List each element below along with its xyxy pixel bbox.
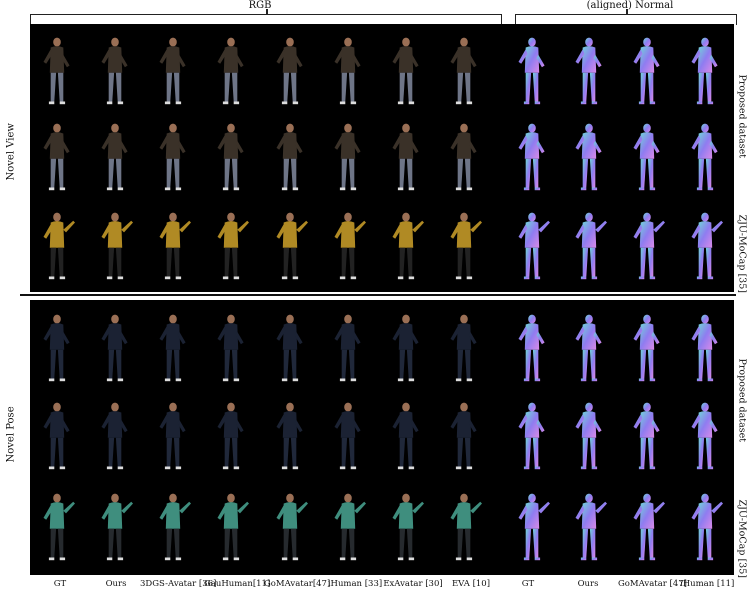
- rgb-render-s1-r1-c6: [379, 392, 433, 478]
- rgb-render-s1-r2-c2: [146, 480, 200, 572]
- normal-header: (aligned) Normal: [586, 0, 674, 11]
- rgb-render-s0-r1-c3: [204, 114, 258, 198]
- rgb-render-s1-r0-c2: [146, 304, 200, 390]
- rgb-render-s0-r2-c0: [30, 200, 84, 290]
- rgb-render-s0-r2-c4: [263, 200, 317, 290]
- rgb-render-s1-r0-c6: [379, 304, 433, 390]
- rgb-render-s0-r1-c4: [263, 114, 317, 198]
- rgb-render-s0-r2-c1: [88, 200, 142, 290]
- col-label-ihuman: iHuman [33]: [327, 579, 383, 589]
- col-label-ours: Ours: [105, 579, 127, 589]
- col-label-normal-gt: GT: [521, 579, 535, 589]
- rgb-render-s1-r2-c4: [263, 480, 317, 572]
- normal-render-s1-r1-c2: [620, 392, 674, 478]
- normal-render-s0-r1-c0: [505, 114, 559, 198]
- right-label-zju-2: ZJU-MoCap [35]: [736, 499, 748, 578]
- normal-render-s1-r2-c0: [505, 480, 559, 572]
- normal-render-s1-r2-c1: [562, 480, 616, 572]
- normal-render-s1-r1-c1: [562, 392, 616, 478]
- col-label-gt: GT: [53, 579, 67, 589]
- rgb-render-s0-r0-c4: [263, 28, 317, 112]
- rgb-render-s0-r0-c0: [30, 28, 84, 112]
- normal-render-s1-r1-c0: [505, 392, 559, 478]
- rgb-render-s1-r0-c0: [30, 304, 84, 390]
- rgb-render-s1-r0-c3: [204, 304, 258, 390]
- rgb-render-s0-r1-c1: [88, 114, 142, 198]
- col-label-normal-gomavatar: GoMAvatar [47]: [618, 579, 687, 589]
- normal-render-s1-r0-c0: [505, 304, 559, 390]
- normal-render-s1-r2-c2: [620, 480, 674, 572]
- normal-render-s0-r0-c0: [505, 28, 559, 112]
- section-separator: [20, 294, 736, 296]
- rgb-render-s1-r2-c6: [379, 480, 433, 572]
- col-label-eva: EVA [10]: [451, 579, 491, 589]
- normal-render-s0-r0-c1: [562, 28, 616, 112]
- col-label-3dgs-avatar: 3DGS-Avatar [36]: [140, 579, 217, 589]
- normal-render-s0-r2-c3: [678, 200, 732, 290]
- right-label-proposed-1: Proposed dataset: [736, 74, 748, 159]
- right-label-proposed-2: Proposed dataset: [736, 358, 748, 443]
- rgb-render-s0-r1-c2: [146, 114, 200, 198]
- rgb-render-s1-r1-c5: [321, 392, 375, 478]
- normal-render-s1-r2-c3: [678, 480, 732, 572]
- rgb-header: RGB: [248, 0, 272, 11]
- rgb-render-s1-r2-c1: [88, 480, 142, 572]
- novel-pose-label: Novel Pose: [5, 406, 17, 463]
- rgb-render-s0-r0-c3: [204, 28, 258, 112]
- rgb-render-s0-r0-c6: [379, 28, 433, 112]
- rgb-render-s1-r0-c5: [321, 304, 375, 390]
- rgb-render-s1-r2-c5: [321, 480, 375, 572]
- normal-render-s0-r1-c3: [678, 114, 732, 198]
- normal-render-s1-r1-c3: [678, 392, 732, 478]
- col-label-gomavatar: GoMAvatar[47]: [264, 579, 331, 589]
- rgb-render-s0-r1-c5: [321, 114, 375, 198]
- rgb-render-s1-r1-c7: [437, 392, 491, 478]
- normal-render-s1-r0-c3: [678, 304, 732, 390]
- right-label-zju-1: ZJU-MoCap [35]: [736, 214, 748, 293]
- normal-render-s0-r0-c2: [620, 28, 674, 112]
- rgb-render-s0-r1-c0: [30, 114, 84, 198]
- rgb-render-s0-r2-c2: [146, 200, 200, 290]
- normal-render-s0-r0-c3: [678, 28, 732, 112]
- normal-render-s1-r0-c1: [562, 304, 616, 390]
- normal-render-s0-r1-c2: [620, 114, 674, 198]
- rgb-render-s1-r2-c0: [30, 480, 84, 572]
- rgb-render-s0-r0-c5: [321, 28, 375, 112]
- normal-render-s1-r0-c2: [620, 304, 674, 390]
- rgb-render-s0-r1-c6: [379, 114, 433, 198]
- col-label-normal-ihuman: iHuman [11]: [680, 579, 735, 589]
- rgb-render-s1-r1-c4: [263, 392, 317, 478]
- rgb-render-s0-r2-c5: [321, 200, 375, 290]
- rgb-render-s1-r0-c1: [88, 304, 142, 390]
- rgb-render-s1-r2-c7: [437, 480, 491, 572]
- rgb-render-s0-r2-c6: [379, 200, 433, 290]
- rgb-render-s0-r0-c7: [437, 28, 491, 112]
- rgb-render-s1-r0-c7: [437, 304, 491, 390]
- rgb-render-s0-r1-c7: [437, 114, 491, 198]
- rgb-render-s0-r2-c3: [204, 200, 258, 290]
- col-label-normal-ours: Ours: [577, 579, 599, 589]
- rgb-render-s1-r0-c4: [263, 304, 317, 390]
- rgb-render-s1-r1-c0: [30, 392, 84, 478]
- rgb-render-s1-r1-c3: [204, 392, 258, 478]
- normal-render-s0-r2-c1: [562, 200, 616, 290]
- rgb-render-s1-r2-c3: [204, 480, 258, 572]
- rgb-render-s0-r2-c7: [437, 200, 491, 290]
- rgb-render-s0-r0-c1: [88, 28, 142, 112]
- col-label-gauhuman: GauHuman[11]: [204, 579, 271, 589]
- col-label-exavatar: ExAvatar [30]: [383, 579, 443, 589]
- novel-view-label: Novel View: [5, 123, 17, 181]
- rgb-render-s0-r0-c2: [146, 28, 200, 112]
- normal-render-s0-r2-c0: [505, 200, 559, 290]
- normal-render-s0-r1-c1: [562, 114, 616, 198]
- rgb-render-s1-r1-c1: [88, 392, 142, 478]
- normal-render-s0-r2-c2: [620, 200, 674, 290]
- rgb-render-s1-r1-c2: [146, 392, 200, 478]
